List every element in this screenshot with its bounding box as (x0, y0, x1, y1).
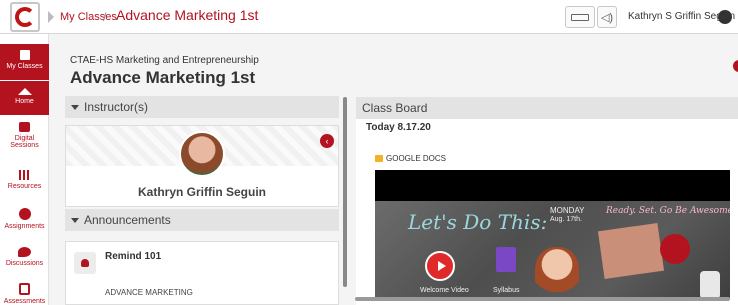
class-board: Today 8.17.20 GOOGLE DOCS Let's Do This:… (356, 119, 738, 305)
course-subtitle: CTAE-HS Marketing and Entrepreneurship (70, 55, 259, 66)
sessions-icon (19, 122, 30, 132)
google-docs-text: GOOGLE DOCS (386, 154, 447, 163)
announcement-item[interactable]: Remind 101 ADVANCE MARKETING (65, 241, 339, 305)
graduation-cap-icon[interactable] (718, 10, 732, 24)
keyboard-button[interactable] (565, 6, 595, 28)
sidebar-item-assessments[interactable]: Assessments (0, 283, 49, 305)
welcome-video-label[interactable]: Welcome Video (420, 287, 469, 294)
youtube-icon[interactable] (425, 251, 455, 281)
assignments-icon (18, 208, 31, 220)
assessments-icon (19, 283, 30, 295)
class-board-heading: Class Board (362, 101, 428, 115)
sidebar-item-my-classes[interactable]: My Classes (0, 44, 49, 80)
board-date: Today 8.17.20 (366, 122, 431, 133)
sidebar-item-home[interactable]: Home (0, 81, 49, 115)
announcement-body: ADVANCE MARKETING (105, 288, 193, 297)
slide-date: Aug. 17th. (550, 216, 582, 223)
classes-icon (19, 50, 30, 60)
resources-icon (18, 170, 31, 180)
breadcrumb-my-classes-link[interactable]: My Classes (60, 11, 117, 23)
sidebar-item-label: Assessments (3, 298, 46, 305)
instructors-header[interactable]: Instructor(s) (65, 96, 339, 118)
announcement-title: Remind 101 (105, 251, 162, 262)
slide-day: MONDAY (550, 206, 585, 215)
sidebar: My Classes Home Digital Sessions Resourc… (0, 34, 49, 305)
sidebar-item-label: Digital Sessions (10, 135, 39, 149)
slide-headline: Let's Do This: (408, 210, 548, 234)
breadcrumb-arrow-icon (48, 11, 54, 23)
instructor-name: Kathryn Griffin Seguin (137, 185, 266, 199)
lamp-decoration (700, 271, 720, 299)
sidebar-item-label: Resources (7, 183, 42, 190)
top-bar: My Classes / Advance Marketing 1st ◁) Ka… (0, 0, 738, 34)
sidebar-item-discussions[interactable]: Discussions (0, 247, 49, 267)
bell-icon (74, 252, 96, 274)
course-title: Advance Marketing 1st (70, 68, 256, 87)
left-scrollbar[interactable] (343, 97, 347, 287)
breadcrumb-separator: / (103, 10, 107, 24)
chevron-down-icon (71, 217, 79, 223)
home-icon (17, 88, 32, 95)
board-scrollbar[interactable] (355, 297, 730, 301)
syllabus-label[interactable]: Syllabus (493, 287, 519, 294)
sidebar-item-label: Discussions (5, 260, 44, 267)
marketing-badge (660, 234, 690, 264)
chevron-down-icon (71, 104, 79, 110)
sidebar-item-label: Assignments (4, 223, 45, 230)
keyboard-icon (571, 13, 589, 21)
discussions-icon (18, 247, 31, 257)
google-docs-label[interactable]: GOOGLE DOCS (375, 154, 446, 163)
logo-icon (15, 7, 35, 27)
chevron-left-button[interactable]: ‹ (320, 134, 334, 148)
speaker-icon: ◁) (600, 11, 614, 24)
sidebar-item-digital-sessions[interactable]: Digital Sessions (0, 122, 49, 149)
sidebar-item-label: My Classes (6, 63, 43, 70)
google-forms-icon[interactable] (496, 247, 516, 272)
app-logo[interactable] (10, 2, 40, 32)
breadcrumb-current: Advance Marketing 1st (116, 7, 259, 23)
photo-collage (597, 223, 665, 279)
class-board-header: Class Board (356, 97, 738, 119)
embedded-slide[interactable]: Let's Do This: MONDAY Aug. 17th. Ready. … (375, 201, 730, 299)
instructor-card: ‹ Kathryn Griffin Seguin (65, 125, 339, 207)
panel-toggle-button[interactable] (733, 60, 738, 72)
sidebar-item-assignments[interactable]: Assignments (0, 208, 49, 230)
google-docs-icon (375, 155, 383, 162)
announcements-header[interactable]: Announcements (65, 209, 339, 231)
teacher-cartoon (535, 247, 579, 297)
sidebar-item-resources[interactable]: Resources (0, 170, 49, 190)
slide-motto: Ready. Set. Go Be Awesome! (606, 206, 730, 216)
sidebar-item-label: Home (15, 98, 34, 105)
instructors-heading: Instructor(s) (84, 100, 149, 114)
instructor-avatar (179, 131, 225, 177)
main-content: CTAE-HS Marketing and Entrepreneurship A… (49, 34, 738, 305)
audio-button[interactable]: ◁) (597, 6, 617, 28)
embed-top-bar (375, 170, 730, 201)
announcements-heading: Announcements (84, 213, 171, 227)
